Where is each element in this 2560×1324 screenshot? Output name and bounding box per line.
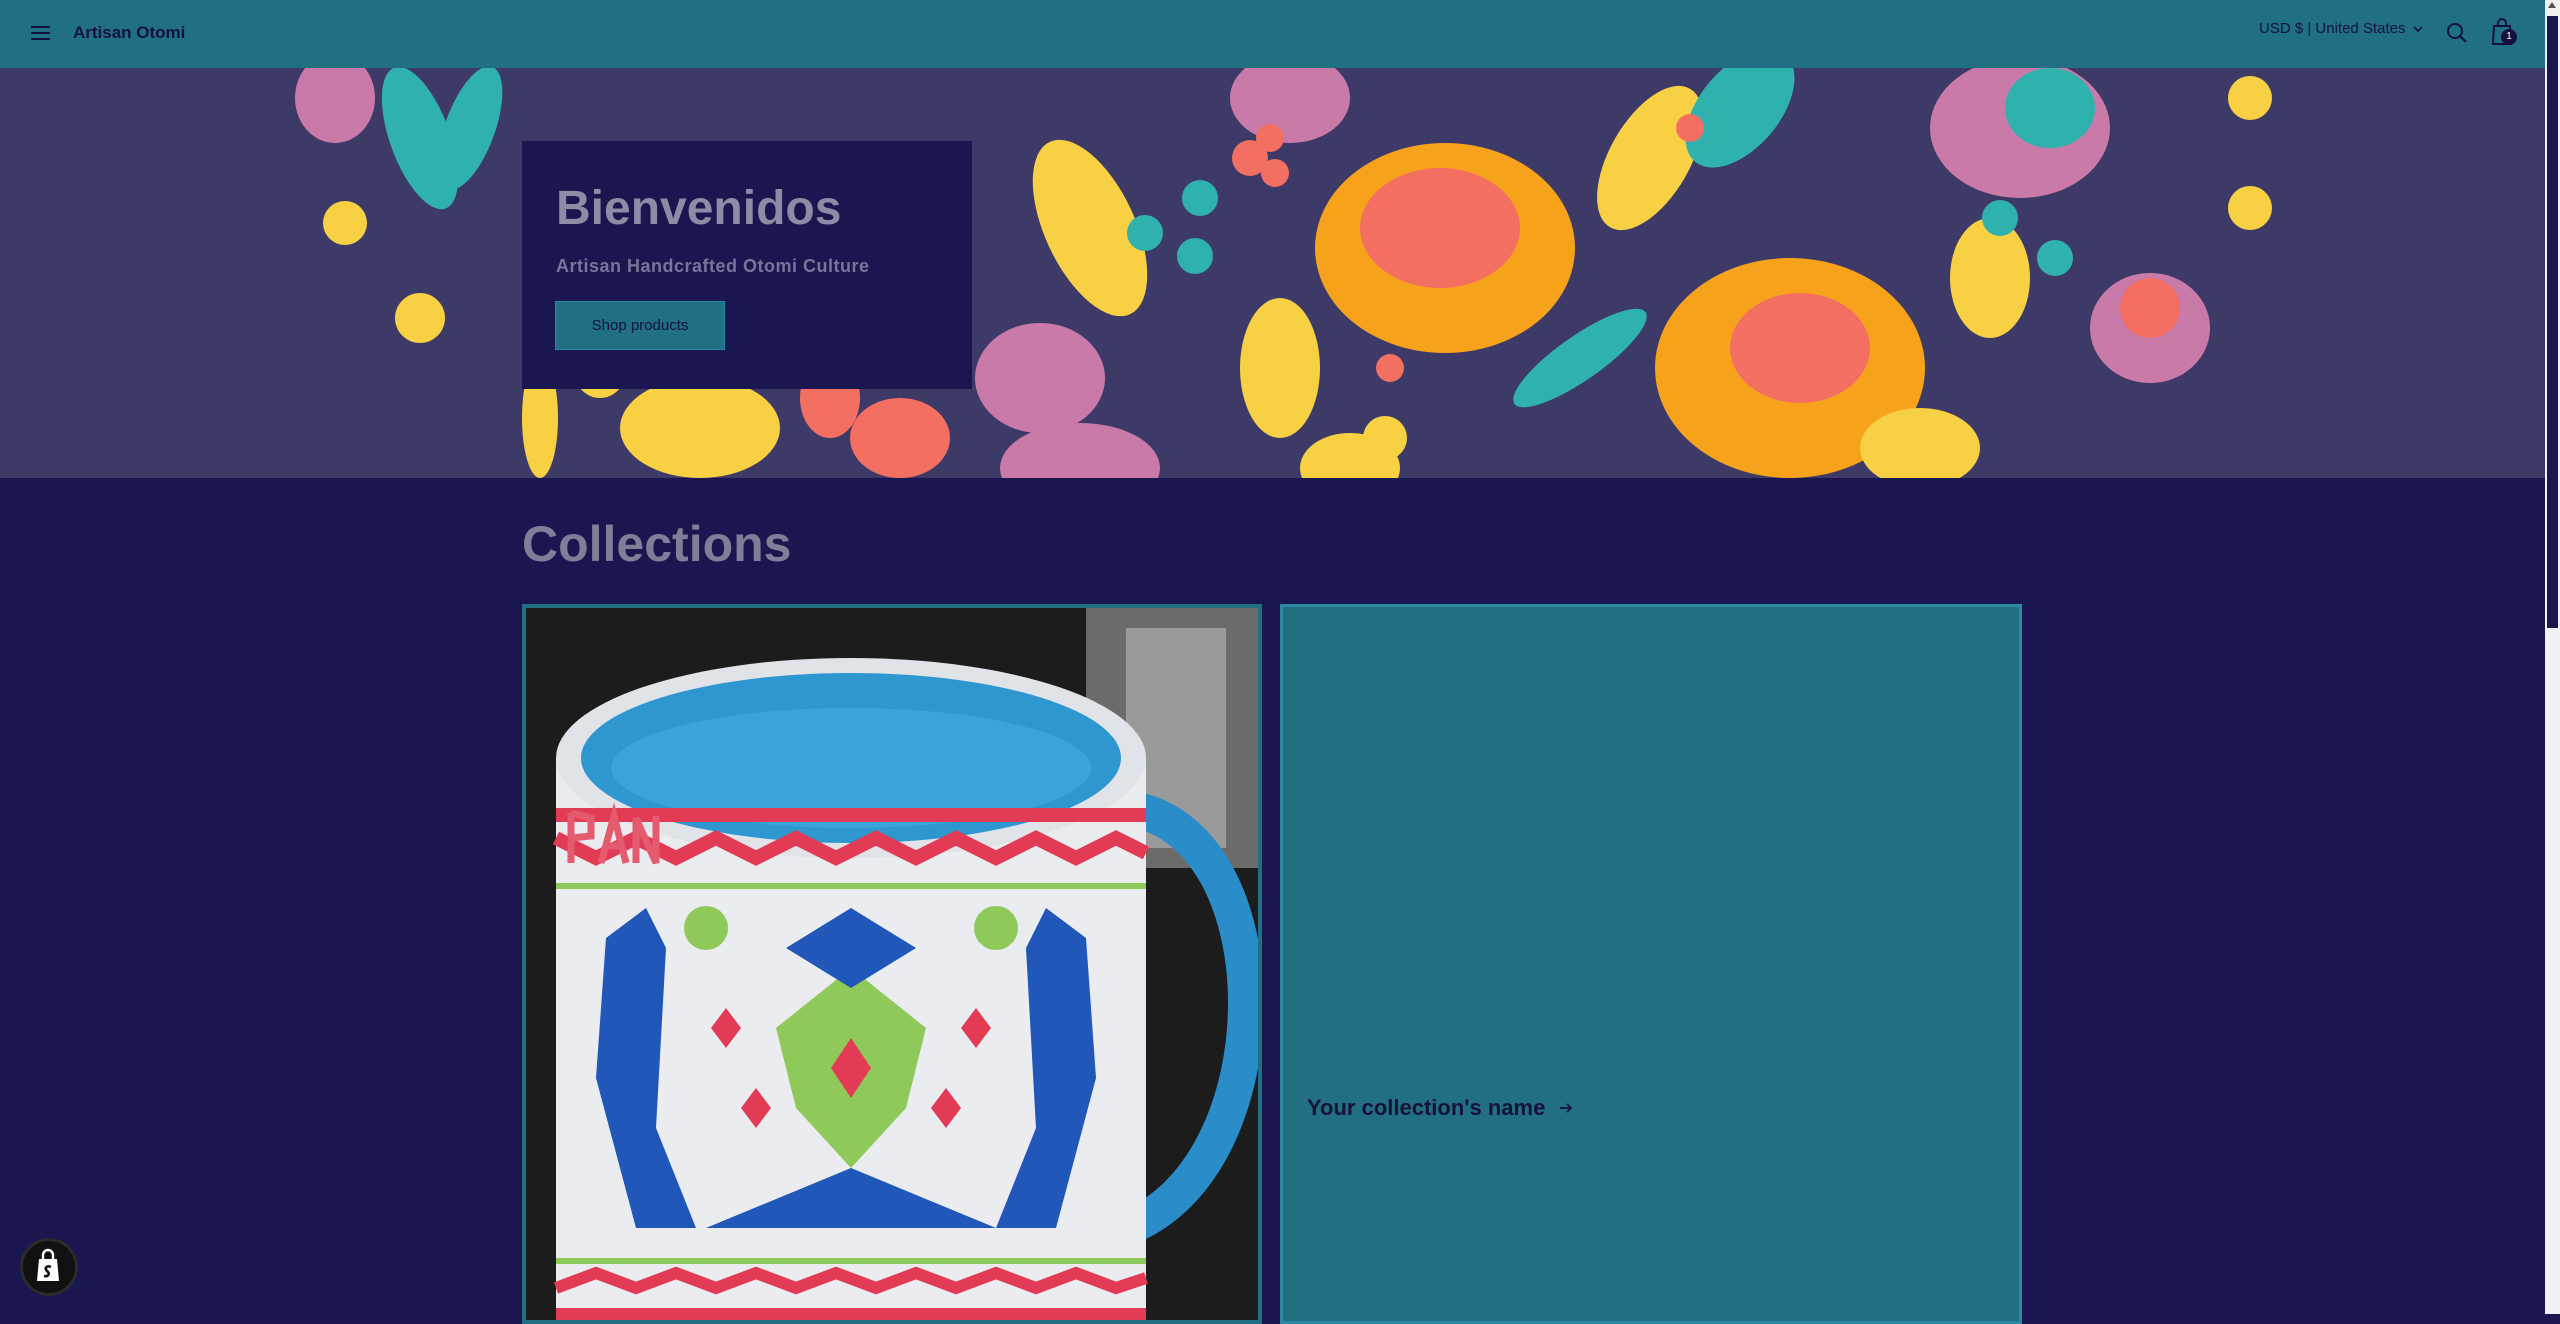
chevron-down-icon [2413, 25, 2424, 32]
page-scrollbar[interactable] [2545, 0, 2560, 1314]
scroll-thumb[interactable] [2547, 16, 2558, 628]
scroll-up-arrow-icon[interactable] [2548, 2, 2556, 8]
shopify-bag-icon [37, 1248, 59, 1281]
hero-subtitle: Artisan Handcrafted Otomi Culture [556, 256, 870, 276]
menu-icon[interactable] [28, 20, 54, 46]
hero-title: Bienvenidos [556, 182, 842, 235]
cart-count-badge: 1 [2501, 29, 2517, 45]
currency-label: USD $ | United States [2259, 20, 2406, 37]
collection-card-label[interactable]: Your collection's name [1307, 1095, 1573, 1121]
arrow-right-icon [1560, 1103, 1573, 1113]
brand-name[interactable]: Artisan Otomi [73, 23, 185, 43]
hero-text-box: Bienvenidos Artisan Handcrafted Otomi Cu… [522, 141, 972, 389]
collection-card-placeholder[interactable]: Your collection's name [1280, 604, 2022, 1324]
mug-image [526, 608, 1258, 1320]
site-header: Artisan Otomi USD $ | United States 1 [0, 0, 2545, 68]
hero-banner: Bienvenidos Artisan Handcrafted Otomi Cu… [0, 68, 2545, 478]
currency-selector[interactable]: USD $ | United States [2259, 20, 2424, 37]
shopify-badge[interactable] [20, 1238, 78, 1296]
floral-pattern-image [295, 68, 2272, 478]
collection-name: Your collection's name [1307, 1095, 1546, 1120]
collection-card-mug[interactable] [522, 604, 1262, 1324]
search-icon[interactable] [2444, 20, 2470, 46]
shop-products-button[interactable]: Shop products [556, 302, 724, 349]
collections-heading: Collections [522, 516, 792, 572]
